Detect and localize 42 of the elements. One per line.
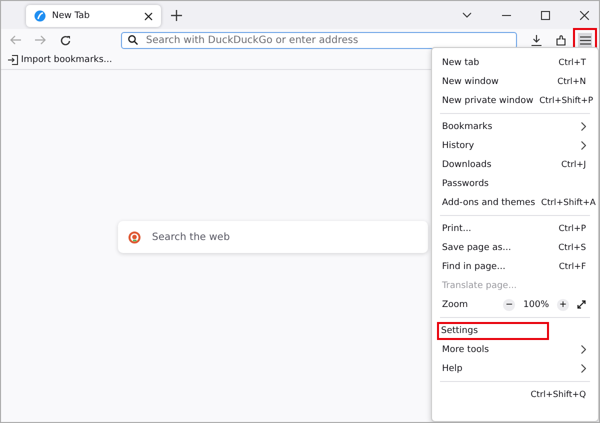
zoom-in-button[interactable]: + xyxy=(557,298,569,310)
menu-item[interactable]: Add-ons and themes Ctrl+Shift+A xyxy=(432,193,598,212)
menu-item[interactable]: Find in page... Ctrl+F xyxy=(432,257,598,276)
globe-icon xyxy=(34,10,46,22)
menu-item[interactable]: Print... Ctrl+P xyxy=(432,219,598,238)
download-icon[interactable] xyxy=(531,34,542,46)
zoom-label: Zoom xyxy=(442,300,469,310)
new-tab-icon[interactable] xyxy=(171,10,182,20)
menu-item[interactable]: History xyxy=(432,136,598,155)
import-bookmarks-link[interactable]: Import bookmarks... xyxy=(8,55,112,65)
chevron-down-icon[interactable] xyxy=(462,12,472,18)
menu-item[interactable]: New private window Ctrl+Shift+P xyxy=(432,91,598,110)
address-bar[interactable]: Search with DuckDuckGo or enter address xyxy=(121,32,517,48)
close-icon[interactable] xyxy=(144,12,153,20)
minimize-icon[interactable] xyxy=(502,14,511,16)
menu-item[interactable]: New window Ctrl+N xyxy=(432,72,598,91)
menu-item[interactable]: More tools xyxy=(432,340,598,359)
chevron-right-icon xyxy=(581,345,586,354)
zoom-level[interactable]: 100% xyxy=(523,300,549,310)
menu-item[interactable]: Save page as... Ctrl+S xyxy=(432,238,598,257)
menu-item[interactable]: Downloads Ctrl+J xyxy=(432,155,598,174)
web-search-input[interactable]: Search the web xyxy=(150,230,418,244)
duck-logo-icon xyxy=(128,230,141,244)
menu-item[interactable]: Ctrl+Shift+Q xyxy=(432,385,598,404)
menu-item[interactable]: Settings xyxy=(432,321,598,340)
browser-tab[interactable]: New Tab xyxy=(26,5,161,27)
fullscreen-icon[interactable] xyxy=(577,300,586,309)
search-icon xyxy=(128,35,138,45)
menu-icon xyxy=(580,36,590,44)
menu-item[interactable]: New tab Ctrl+T xyxy=(432,53,598,72)
web-search-field[interactable]: Search the web xyxy=(118,221,428,253)
import-icon xyxy=(8,55,18,65)
chevron-right-icon xyxy=(581,141,586,150)
zoom-out-button[interactable]: − xyxy=(503,298,516,310)
menu-item[interactable]: Passwords xyxy=(432,174,598,193)
reload-icon[interactable] xyxy=(60,34,71,46)
chevron-right-icon xyxy=(581,364,586,373)
maximize-icon[interactable] xyxy=(541,10,550,20)
menu-item[interactable]: Help xyxy=(432,359,598,378)
chevron-right-icon xyxy=(581,122,586,131)
close-icon[interactable] xyxy=(580,10,589,20)
menu-item[interactable]: Bookmarks xyxy=(432,117,598,136)
